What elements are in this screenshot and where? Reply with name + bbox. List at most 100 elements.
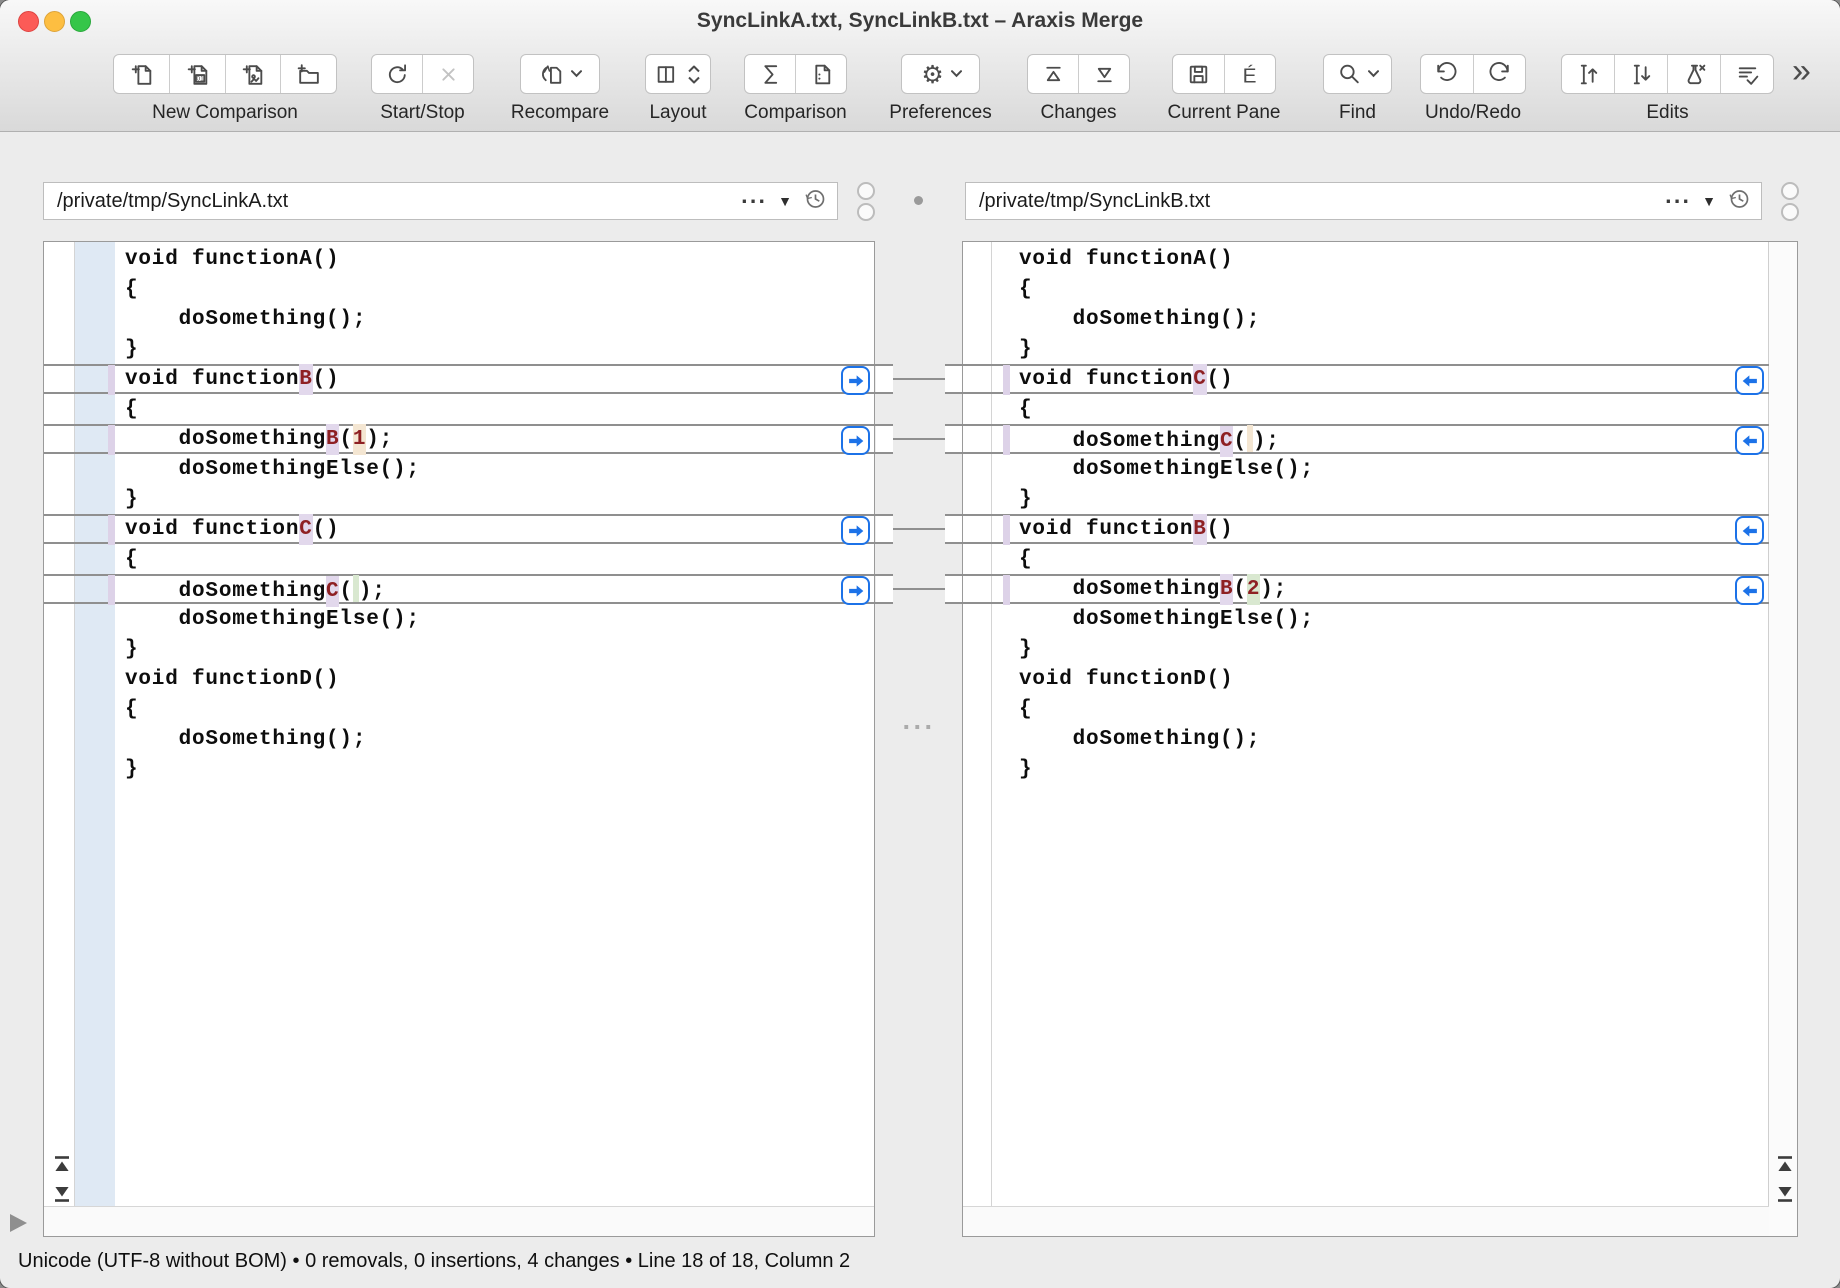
- new-image-comparison-button[interactable]: [226, 55, 282, 93]
- push-change-up-button[interactable]: [1562, 55, 1615, 93]
- toolbar-group-comparison: Comparison: [744, 54, 847, 94]
- code-line[interactable]: }: [1019, 635, 1032, 665]
- code-line[interactable]: doSomethingElse();: [125, 455, 420, 485]
- code-line[interactable]: }: [125, 485, 138, 515]
- splitter-handle-icon[interactable]: ···: [899, 712, 939, 743]
- code-line[interactable]: {: [1019, 275, 1032, 305]
- code-line[interactable]: }: [1019, 335, 1032, 365]
- code-line[interactable]: }: [125, 335, 138, 365]
- code-line[interactable]: void functionD(): [125, 665, 339, 695]
- gear-button[interactable]: ⚙: [902, 55, 979, 93]
- goto-first-change-button[interactable]: [1776, 1155, 1794, 1174]
- titlebar-toolbar: SyncLinkA.txt, SyncLinkB.txt – Araxis Me…: [0, 0, 1840, 132]
- save-button[interactable]: [1173, 55, 1225, 93]
- code-line[interactable]: doSomethingC();: [1019, 425, 1280, 455]
- toolbar-overflow-button[interactable]: »: [1792, 52, 1811, 91]
- left-file-pane[interactable]: void functionA(){ doSomething();}void fu…: [43, 241, 875, 1237]
- layout-button[interactable]: [646, 55, 710, 93]
- code-line[interactable]: doSomething();: [125, 305, 366, 335]
- code-line[interactable]: doSomething();: [1019, 725, 1260, 755]
- history-icon[interactable]: [803, 187, 827, 216]
- stop-button[interactable]: [423, 55, 473, 93]
- code-line[interactable]: }: [1019, 755, 1032, 785]
- previous-change-button[interactable]: [1028, 55, 1079, 93]
- code-line[interactable]: void functionA(): [1019, 245, 1233, 275]
- goto-first-change-button[interactable]: [53, 1155, 71, 1174]
- code-line[interactable]: }: [125, 635, 138, 665]
- pane-link-indicator[interactable]: [1781, 203, 1799, 221]
- start-button[interactable]: [372, 55, 423, 93]
- copy-change-to-right-button[interactable]: [841, 576, 870, 605]
- pane-link-indicator[interactable]: [1781, 182, 1799, 200]
- pane-link-indicator[interactable]: [857, 182, 875, 200]
- code-line[interactable]: }: [125, 755, 138, 785]
- code-line[interactable]: void functionA(): [125, 245, 339, 275]
- copy-change-to-left-button[interactable]: [1735, 426, 1764, 455]
- history-icon[interactable]: [1727, 187, 1751, 216]
- left-file-path[interactable]: /private/tmp/SyncLinkA.txt: [44, 190, 741, 213]
- change-marker: [108, 425, 115, 455]
- copy-change-to-left-button[interactable]: [1735, 576, 1764, 605]
- copy-change-to-right-button[interactable]: [841, 426, 870, 455]
- change-marker: [108, 575, 115, 605]
- svg-text:01: 01: [196, 75, 204, 82]
- toolbar-group-label: Undo/Redo: [1425, 102, 1521, 124]
- disclosure-triangle-icon[interactable]: [10, 1214, 27, 1232]
- redo-button[interactable]: [1474, 55, 1526, 93]
- browse-icon[interactable]: ···: [1665, 191, 1691, 211]
- code-line[interactable]: void functionB(): [125, 365, 339, 395]
- code-line[interactable]: {: [1019, 395, 1032, 425]
- code-line[interactable]: doSomethingB(1);: [125, 425, 393, 455]
- chevron-down-icon[interactable]: ▼: [1702, 193, 1716, 209]
- right-file-path[interactable]: /private/tmp/SyncLinkB.txt: [966, 190, 1665, 213]
- right-pane-hscrollbar[interactable]: [963, 1206, 1769, 1236]
- copy-change-to-right-button[interactable]: [841, 366, 870, 395]
- browse-icon[interactable]: ···: [741, 191, 767, 211]
- new-binary-comparison-button[interactable]: 01: [170, 55, 226, 93]
- code-line[interactable]: void functionD(): [1019, 665, 1233, 695]
- code-line[interactable]: doSomethingB(2);: [1019, 575, 1287, 605]
- chevron-down-icon[interactable]: ▼: [778, 193, 792, 209]
- copy-change-to-left-button[interactable]: [1735, 516, 1764, 545]
- encoding-button[interactable]: É: [1225, 55, 1276, 93]
- recompare-button[interactable]: [521, 55, 599, 93]
- previous-change-icon: [1040, 61, 1067, 88]
- comparison-summary-button[interactable]: [745, 55, 796, 93]
- copy-change-to-left-button[interactable]: [1735, 366, 1764, 395]
- accept-edits-button[interactable]: [1721, 55, 1773, 93]
- push-change-down-button[interactable]: [1615, 55, 1668, 93]
- save-icon: [1185, 61, 1212, 88]
- code-line[interactable]: {: [125, 275, 138, 305]
- right-file-pane[interactable]: void functionA(){ doSomething();}void fu…: [962, 241, 1798, 1237]
- goto-last-change-button[interactable]: [1776, 1184, 1794, 1203]
- comparison-report-button[interactable]: [796, 55, 846, 93]
- code-line[interactable]: {: [125, 545, 138, 575]
- layout-icon: [655, 61, 682, 88]
- left-path-controls: ··· ▼: [741, 187, 837, 216]
- code-line[interactable]: doSomethingElse();: [125, 605, 420, 635]
- code-line[interactable]: doSomethingElse();: [1019, 455, 1314, 485]
- code-line[interactable]: {: [1019, 695, 1032, 725]
- new-text-comparison-button[interactable]: [114, 55, 170, 93]
- code-line[interactable]: void functionC(): [125, 515, 339, 545]
- code-line[interactable]: void functionC(): [1019, 365, 1233, 395]
- code-line[interactable]: doSomethingC();: [125, 575, 386, 605]
- code-line[interactable]: {: [1019, 545, 1032, 575]
- discard-edits-button[interactable]: [1668, 55, 1721, 93]
- code-line[interactable]: doSomethingElse();: [1019, 605, 1314, 635]
- code-line[interactable]: doSomething();: [125, 725, 366, 755]
- toolbar-group-current-pane: ÉCurrent Pane: [1172, 54, 1276, 94]
- new-folder-comparison-button[interactable]: [281, 55, 336, 93]
- copy-change-to-right-button[interactable]: [841, 516, 870, 545]
- code-line[interactable]: {: [125, 395, 138, 425]
- next-change-button[interactable]: [1079, 55, 1129, 93]
- code-line[interactable]: void functionB(): [1019, 515, 1233, 545]
- code-line[interactable]: doSomething();: [1019, 305, 1260, 335]
- pane-link-indicator[interactable]: [857, 203, 875, 221]
- undo-button[interactable]: [1421, 55, 1474, 93]
- search-button[interactable]: [1324, 55, 1391, 93]
- goto-last-change-button[interactable]: [53, 1184, 71, 1203]
- code-line[interactable]: }: [1019, 485, 1032, 515]
- code-line[interactable]: {: [125, 695, 138, 725]
- left-pane-hscrollbar[interactable]: [44, 1206, 874, 1236]
